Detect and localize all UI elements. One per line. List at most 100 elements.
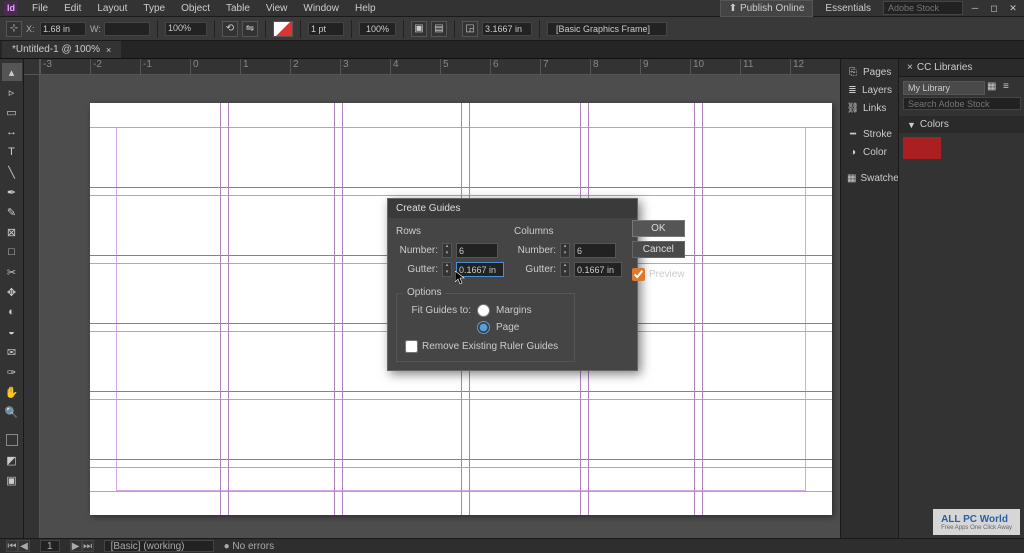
adobe-stock-search[interactable]: [883, 1, 963, 15]
zoom-tool[interactable]: 🔍: [2, 403, 22, 421]
column-guide[interactable]: [694, 103, 695, 515]
spinner-icon[interactable]: ▴▾: [560, 243, 570, 258]
lib-list-icon[interactable]: ≡: [1003, 81, 1017, 95]
publish-online-button[interactable]: ⬆ Publish Online: [720, 0, 814, 17]
panel-pages[interactable]: ⎘Pages: [841, 63, 898, 81]
page-tool[interactable]: ▭: [2, 103, 22, 121]
colors-accordion[interactable]: ▼ Colors: [899, 116, 1024, 133]
menu-edit[interactable]: Edit: [56, 1, 89, 16]
text-wrap2-icon[interactable]: ▤: [431, 21, 447, 37]
x-input[interactable]: [40, 22, 86, 36]
page-number-field[interactable]: 1: [40, 540, 60, 552]
rows-number-input[interactable]: [456, 243, 498, 258]
ruler-origin[interactable]: [24, 59, 40, 75]
gradient-swatch-tool[interactable]: ◐: [2, 303, 22, 321]
reference-point-icon[interactable]: ⊹: [6, 21, 22, 37]
rotate-icon[interactable]: ⟲: [222, 21, 238, 37]
menu-view[interactable]: View: [258, 1, 296, 16]
panel-color[interactable]: ◑Color: [841, 143, 898, 161]
corner-options-icon[interactable]: ◲: [462, 21, 478, 37]
menu-window[interactable]: Window: [295, 1, 347, 16]
menu-type[interactable]: Type: [135, 1, 173, 16]
column-guide[interactable]: [228, 103, 229, 515]
cc-libraries-tab[interactable]: ×CC Libraries: [899, 59, 1024, 77]
corner-radius-input[interactable]: [482, 22, 532, 36]
panel-links[interactable]: ⛓Links: [841, 99, 898, 117]
spinner-icon[interactable]: ▴▾: [442, 243, 452, 258]
object-style-select[interactable]: [Basic Graphics Frame]: [547, 22, 667, 36]
lib-view-icon[interactable]: ▦: [987, 81, 1001, 95]
scale-x-input[interactable]: 100%: [165, 22, 207, 36]
horizontal-ruler[interactable]: -3 -2 -1 0 1 2 3 4 5 6 7 8 9 10 11 12 13: [40, 59, 840, 75]
page-radio[interactable]: [477, 321, 490, 334]
fill-stroke-swap[interactable]: [2, 431, 22, 449]
cols-gutter-input[interactable]: [574, 262, 622, 277]
prev-page-button[interactable]: ◀: [18, 540, 30, 552]
zoom-select[interactable]: 100%: [359, 22, 396, 36]
window-close-icon[interactable]: ✕: [1006, 2, 1020, 14]
default-fill-stroke[interactable]: ◩: [2, 451, 22, 469]
window-minimize-icon[interactable]: ─: [968, 2, 982, 14]
text-wrap-icon[interactable]: ▣: [411, 21, 427, 37]
x-label: X:: [26, 24, 38, 34]
menu-table[interactable]: Table: [218, 1, 258, 16]
vertical-ruler[interactable]: [24, 75, 40, 538]
flip-h-icon[interactable]: ⇋: [242, 21, 258, 37]
menu-object[interactable]: Object: [173, 1, 218, 16]
scissors-tool[interactable]: ✂: [2, 263, 22, 281]
library-select[interactable]: My Library: [903, 81, 985, 95]
gradient-feather-tool[interactable]: ◒: [2, 323, 22, 341]
preset-label[interactable]: [Basic] (working): [104, 540, 214, 552]
cancel-button[interactable]: Cancel: [632, 241, 685, 258]
menu-layout[interactable]: Layout: [89, 1, 135, 16]
preview-label: Preview: [649, 269, 685, 280]
preview-checkbox[interactable]: [632, 268, 645, 281]
remove-guides-checkbox[interactable]: [405, 340, 418, 353]
spinner-icon[interactable]: ▴▾: [560, 262, 570, 277]
status-bar: ⏮ ◀ 1 ▶ ⏭ [Basic] (working) ● No errors: [0, 538, 1024, 553]
rectangle-tool[interactable]: □: [2, 243, 22, 261]
ruler-tick: 10: [690, 59, 740, 74]
library-search-input[interactable]: [903, 97, 1021, 110]
hand-tool[interactable]: ✋: [2, 383, 22, 401]
eyedropper-tool[interactable]: ✑: [2, 363, 22, 381]
type-tool[interactable]: T: [2, 143, 22, 161]
color-swatch[interactable]: [903, 137, 941, 159]
column-guide[interactable]: [342, 103, 343, 515]
free-transform-tool[interactable]: ✥: [2, 283, 22, 301]
pen-tool[interactable]: ✒: [2, 183, 22, 201]
spinner-icon[interactable]: ▴▾: [442, 262, 452, 277]
margins-radio[interactable]: [477, 304, 490, 317]
column-guide[interactable]: [220, 103, 221, 515]
direct-selection-tool[interactable]: ▹: [2, 83, 22, 101]
close-icon[interactable]: ×: [907, 62, 913, 73]
rectangle-frame-tool[interactable]: ⊠: [2, 223, 22, 241]
line-tool[interactable]: ╲: [2, 163, 22, 181]
note-tool[interactable]: ✉: [2, 343, 22, 361]
pencil-tool[interactable]: ✎: [2, 203, 22, 221]
fill-swatch[interactable]: [273, 21, 293, 37]
tab-close-icon[interactable]: ×: [106, 45, 111, 55]
window-restore-icon[interactable]: ◻: [987, 2, 1001, 14]
workspace-switcher[interactable]: Essentials: [817, 1, 879, 16]
menu-help[interactable]: Help: [347, 1, 384, 16]
view-mode-toggle[interactable]: ▣: [2, 471, 22, 489]
panel-swatches[interactable]: ▦Swatches: [841, 169, 898, 187]
next-page-button[interactable]: ▶: [70, 540, 82, 552]
gap-tool[interactable]: ↔: [2, 123, 22, 141]
first-page-button[interactable]: ⏮: [6, 540, 18, 552]
column-guide[interactable]: [702, 103, 703, 515]
document-tab[interactable]: *Untitled-1 @ 100% ×: [2, 41, 121, 58]
menu-file[interactable]: File: [24, 1, 56, 16]
preflight-status[interactable]: ● No errors: [224, 541, 275, 552]
cols-number-input[interactable]: [574, 243, 616, 258]
rows-gutter-input[interactable]: [456, 262, 504, 277]
panel-stroke[interactable]: ━Stroke: [841, 125, 898, 143]
ok-button[interactable]: OK: [632, 220, 685, 237]
w-input[interactable]: [104, 22, 150, 36]
last-page-button[interactable]: ⏭: [82, 540, 94, 552]
stroke-weight-input[interactable]: [308, 22, 344, 36]
panel-layers[interactable]: ≣Layers: [841, 81, 898, 99]
selection-tool[interactable]: ▴: [2, 63, 22, 81]
column-guide[interactable]: [334, 103, 335, 515]
